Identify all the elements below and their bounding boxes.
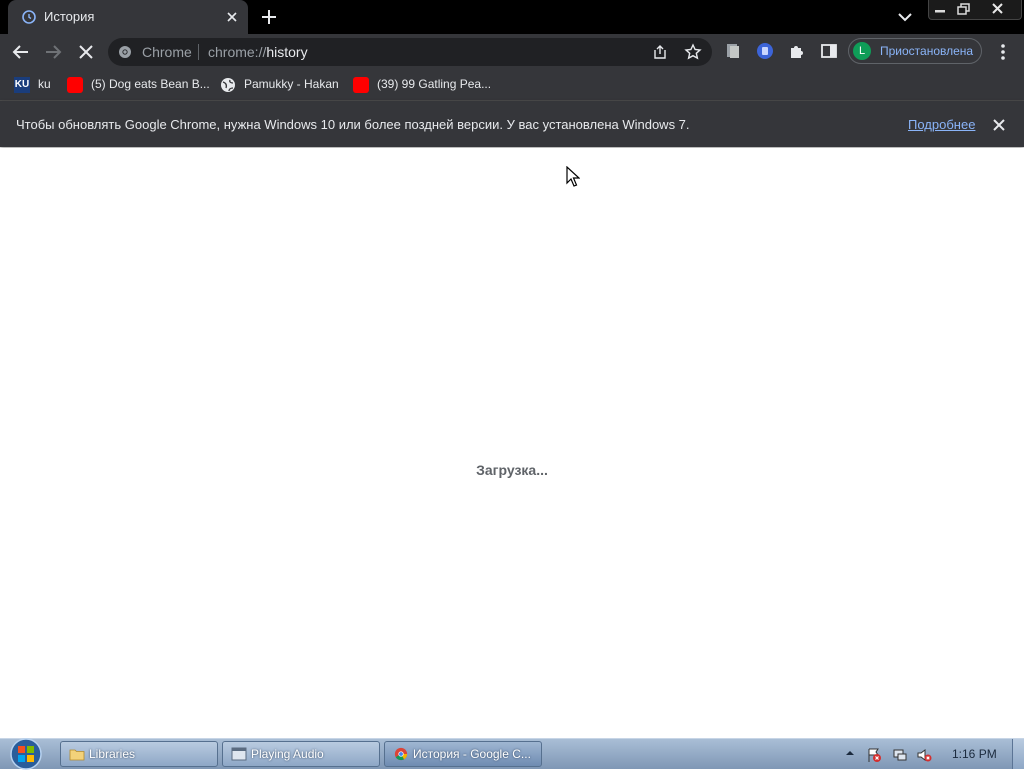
new-tab-button[interactable] [260, 8, 278, 26]
address-bar[interactable]: Chrome chrome://history [108, 38, 712, 66]
bookmark-dog-eats-bean[interactable]: (5) Dog eats Bean B... [67, 76, 212, 94]
youtube-icon [67, 77, 83, 93]
bookmark-label: Pamukky - Hakan [244, 77, 339, 91]
browser-toolbar: Chrome chrome://history L Приостановлена [0, 34, 1024, 70]
menu-kebab-icon[interactable] [994, 42, 1012, 62]
tab-history[interactable]: История [8, 0, 248, 34]
volume-muted-icon[interactable] [916, 747, 932, 763]
page-content: Загрузка... [0, 148, 1024, 738]
bookmark-pamukky[interactable]: Pamukky - Hakan [220, 76, 345, 94]
back-button[interactable] [10, 42, 32, 62]
close-window-button[interactable] [980, 1, 1016, 17]
url-scheme: chrome:// [208, 44, 267, 60]
stop-loading-button[interactable] [76, 42, 96, 62]
share-icon[interactable] [652, 44, 668, 60]
start-orb-icon[interactable] [6, 737, 46, 771]
profile-button[interactable]: L Приостановлена [848, 38, 982, 64]
side-panel-icon[interactable] [820, 42, 838, 60]
bookmark-star-icon[interactable] [684, 43, 702, 61]
taskbar-item-label: Libraries [89, 747, 136, 761]
omnibox-chip-label: Chrome [142, 44, 192, 60]
url-path: history [266, 44, 308, 60]
action-center-flag-icon[interactable] [866, 747, 882, 763]
bookmark-label: (39) 99 Gatling Pea... [377, 77, 492, 91]
close-icon[interactable] [992, 118, 1006, 132]
clock[interactable]: 1:16 PM [952, 747, 997, 761]
extension-shield-icon[interactable] [756, 42, 774, 60]
tab-title: История [44, 9, 95, 24]
avatar: L [853, 42, 871, 60]
loading-text: Загрузка... [476, 462, 548, 478]
chrome-icon [394, 747, 408, 761]
learn-more-link[interactable]: Подробнее [908, 117, 975, 132]
tab-strip: История [0, 0, 1024, 34]
bookmark-label: ku [38, 77, 51, 91]
bookmark-gatling-pea[interactable]: (39) 99 Gatling Pea... [353, 76, 493, 94]
taskbar-item-chrome-history[interactable]: История - Google C... [384, 741, 542, 767]
profile-status-label: Приостановлена [880, 44, 974, 58]
infobar-message: Чтобы обновлять Google Chrome, нужна Win… [16, 117, 690, 132]
omnibox-separator [198, 44, 199, 60]
bookmarks-bar: KU ku (5) Dog eats Bean B... Pamukky - H… [0, 70, 1024, 101]
taskbar-item-label: История - Google C... [413, 747, 531, 761]
network-icon[interactable] [892, 747, 908, 763]
extensions-puzzle-icon[interactable] [788, 42, 806, 60]
bookmark-label: (5) Dog eats Bean B... [91, 77, 210, 91]
bookmark-ku[interactable]: KU ku [14, 76, 64, 94]
update-infobar: Чтобы обновлять Google Chrome, нужна Win… [0, 101, 1024, 147]
ku-favicon: KU [14, 77, 30, 93]
show-hidden-icons-icon[interactable] [846, 749, 854, 757]
tab-search-chevron-icon[interactable] [896, 9, 914, 25]
close-tab-icon[interactable] [224, 9, 240, 25]
url-text[interactable]: chrome://history [208, 44, 308, 60]
forward-button[interactable] [42, 42, 64, 62]
show-desktop-button[interactable] [1012, 739, 1024, 769]
restore-window-button[interactable] [954, 1, 974, 17]
taskbar-item-label: Playing Audio [251, 747, 324, 761]
chrome-site-icon[interactable] [118, 45, 132, 59]
mouse-cursor-icon [566, 166, 580, 187]
folder-icon [69, 749, 85, 761]
taskbar: Libraries Playing Audio История - Google… [0, 737, 1024, 771]
extension-docs-icon[interactable] [724, 42, 742, 60]
history-icon [22, 10, 36, 24]
taskbar-item-playing-audio[interactable]: Playing Audio [222, 741, 380, 767]
minimize-window-button[interactable] [930, 1, 950, 17]
window-icon [231, 747, 247, 761]
youtube-icon [353, 77, 369, 93]
taskbar-item-libraries[interactable]: Libraries [60, 741, 218, 767]
globe-icon [221, 78, 235, 92]
